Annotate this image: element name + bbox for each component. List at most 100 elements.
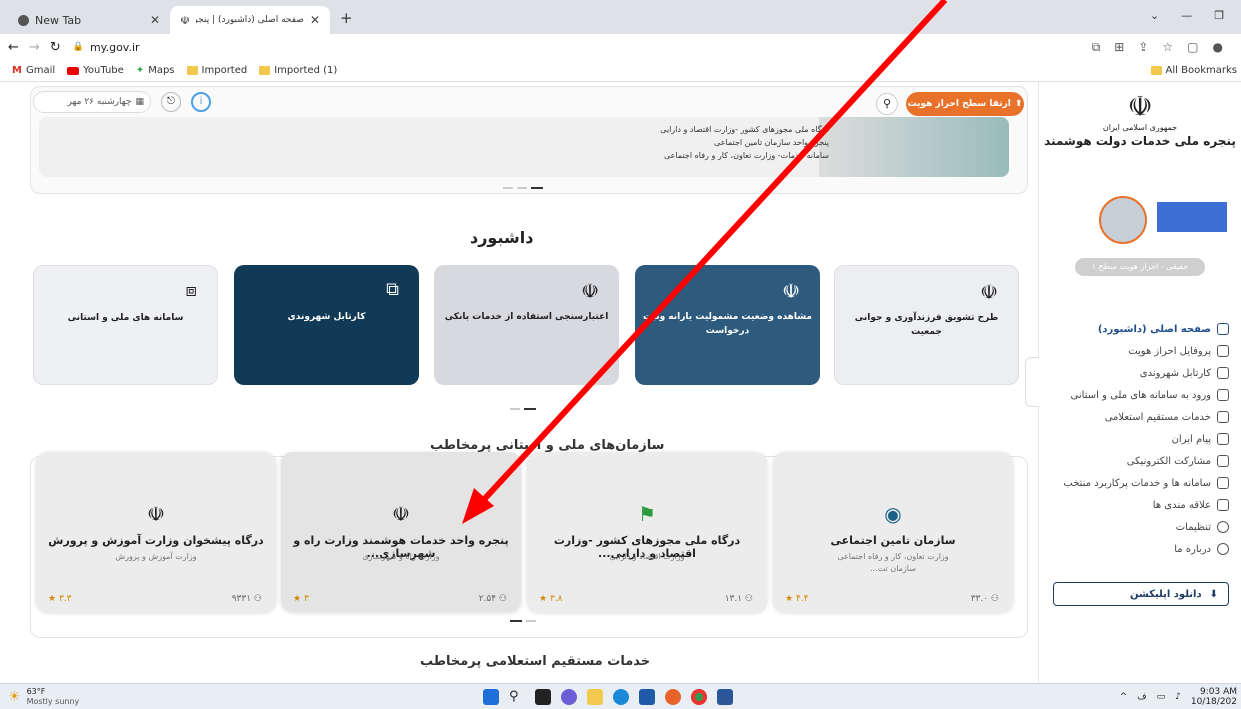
sidebar-item-inquiry[interactable]: خدمات مستقیم استعلامی [1039, 406, 1241, 428]
new-tab-plus-icon[interactable]: + [340, 9, 353, 27]
network-icon[interactable]: ▭ [1157, 692, 1166, 702]
org-card-education[interactable]: ☫ درگاه پیشخوان وزارت آموزش و پرورش وزار… [36, 452, 276, 612]
org-card-roads[interactable]: ☫ پنجره واحد خدمات هوشمند وزارت راه و شه… [281, 452, 521, 612]
clock[interactable]: 9:03 AM 10/18/202 [1191, 687, 1237, 707]
bookmark-imported[interactable]: Imported [186, 65, 247, 76]
reload-icon[interactable]: ↻ [50, 40, 61, 55]
star-icon [1217, 455, 1229, 467]
keyboard-lang-icon[interactable]: ف [1137, 692, 1146, 702]
sidebar-item-about[interactable]: درباره ما [1039, 538, 1241, 560]
layers-icon [1217, 411, 1229, 423]
sidebar-item-dashboard[interactable]: صفحه اصلی (داشبورد) [1039, 318, 1241, 340]
chrome-icon [18, 14, 29, 26]
windows-start-icon[interactable] [483, 688, 499, 705]
banner-text: درگاه ملی مجوزهای کشور -وزارت اقتصاد و د… [660, 125, 829, 160]
card-subsidy[interactable]: ☫ مشاهده وضعیت مشمولیت یارانه وثبت درخوا… [635, 265, 820, 385]
download-app-button[interactable]: ⬇ دانلود اپلیکشن [1053, 582, 1229, 606]
folder-icon [259, 66, 271, 75]
all-bookmarks[interactable]: All Bookmarks [1150, 65, 1237, 76]
message-icon [1217, 433, 1229, 445]
chevron-down-icon[interactable]: ⌄ [1150, 9, 1159, 22]
card-national-systems[interactable]: ⧈ سامانه های ملی و استانی [33, 265, 218, 385]
visits-count: ۹۳۳۱ ⚇ [231, 594, 262, 604]
orgs-pager[interactable] [510, 620, 536, 622]
card-citizen-cartable[interactable]: ⧉ کارتابل شهروندی [234, 265, 419, 385]
emblem-icon: ☫ [581, 279, 599, 303]
file-explorer-icon[interactable] [587, 688, 603, 705]
sidebar-item-participation[interactable]: مشارکت الکترونیکی [1039, 450, 1241, 472]
profile-icon[interactable]: ● [1213, 40, 1223, 55]
close-icon[interactable]: ✕ [310, 13, 320, 27]
bookmark-imported-1[interactable]: Imported (1) [259, 65, 337, 76]
auth-level-badge: حقیقی - احراز هویت سطح ۱ [1075, 258, 1205, 276]
firefox-icon[interactable] [665, 688, 681, 705]
chevron-up-icon[interactable]: ^ [1120, 692, 1128, 702]
sidebar-item-favorites[interactable]: علاقه مندی ها [1039, 494, 1241, 516]
tab-title: New Tab [35, 13, 82, 27]
word-icon[interactable] [717, 688, 733, 705]
restore-icon[interactable]: ❐ [1214, 9, 1224, 22]
sidepanel-icon[interactable]: ▢ [1187, 40, 1198, 55]
emblem-icon: ☫ [980, 280, 998, 304]
card-childbearing[interactable]: ☫ طرح تشویق فرزندآوری و جوانی جمعیت [834, 265, 1019, 385]
upload-icon: ⬆ [1014, 99, 1023, 109]
weather-widget[interactable]: ☀ 63°F Mostly sunny [8, 687, 79, 707]
sidebar-item-profile[interactable]: پروفایل احراز هویت [1039, 340, 1241, 362]
gmail-icon: M [12, 65, 22, 76]
avatar[interactable] [1099, 196, 1147, 244]
logout-icon[interactable]: ⎋ [161, 92, 181, 112]
info-icon[interactable]: i [191, 92, 211, 112]
sidebar-collapse-handle[interactable] [1025, 357, 1039, 407]
windows-taskbar: ☀ 63°F Mostly sunny ⚲ ^ ف ▭ ♪ 9:03 AM 10… [0, 683, 1241, 709]
id-icon [1217, 345, 1229, 357]
search-icon[interactable]: ⚲ [876, 93, 898, 115]
sidebar-item-payam[interactable]: پیام ایران [1039, 428, 1241, 450]
dashboard-pager[interactable] [510, 408, 536, 410]
tab-new-tab[interactable]: New Tab ✕ [8, 6, 170, 34]
bookmark-star-icon[interactable]: ☆ [1162, 40, 1173, 55]
chat-icon[interactable] [561, 688, 577, 705]
forward-icon[interactable]: → [29, 40, 40, 55]
users-icon [1217, 477, 1229, 489]
banner-card: چهارشنبه ۲۶ مهر ▦ ⎋ i ⚲ ⬆ ارتقا سطح احرا… [30, 86, 1028, 194]
share-icon[interactable]: ⇪ [1138, 40, 1148, 55]
visits-count: ۳۳.۰ ⚇ [970, 594, 999, 604]
bookmark-youtube[interactable]: YouTube [67, 65, 124, 76]
upgrade-auth-button[interactable]: ⬆ ارتقا سطح احراز هویت [906, 92, 1024, 116]
sidebar-item-systems[interactable]: ورود به سامانه های ملی و استانی [1039, 384, 1241, 406]
org-card-social-security[interactable]: ◉ سازمان تامین اجتماعی وزارت تعاون، کار … [773, 452, 1013, 612]
emblem-icon: ☫ [782, 279, 800, 303]
org-card-economy[interactable]: ⚑ درگاه ملی مجوزهای کشور -وزارت اقتصاد و… [527, 452, 767, 612]
emblem-icon: ☫ [1127, 90, 1153, 123]
bookmark-maps[interactable]: ✦ Maps [136, 65, 175, 76]
translate-icon[interactable]: ⊞ [1114, 40, 1124, 55]
store-icon[interactable] [639, 688, 655, 705]
emblem-icon: ☫ [147, 502, 165, 526]
browser-tabbar: New Tab ✕ ☫ صفحه اصلی (داشبورد) | پنجره … [0, 0, 1241, 34]
tab-my-gov[interactable]: ☫ صفحه اصلی (داشبورد) | پنجره مل... ✕ [170, 6, 330, 34]
sidebar-item-cartable[interactable]: کارتابل شهروندی [1039, 362, 1241, 384]
install-icon[interactable]: ⧉ [1092, 40, 1101, 55]
bookmark-gmail[interactable]: M Gmail [12, 65, 55, 76]
task-view-icon[interactable] [535, 688, 551, 705]
maps-icon: ✦ [135, 65, 145, 76]
flag-icon: ⚑ [638, 502, 656, 526]
sidebar-item-popular[interactable]: سامانه ها و خدمات پرکاربرد منتخب [1039, 472, 1241, 494]
calendar-icon: ▦ [135, 97, 144, 107]
grid-icon [1217, 323, 1229, 335]
search-icon[interactable]: ⚲ [509, 689, 525, 705]
chrome-icon[interactable] [691, 688, 707, 705]
card-bank-credit[interactable]: ☫ اعتبارسنجی استفاده از خدمات بانکی [434, 265, 619, 385]
edge-icon[interactable] [613, 688, 629, 705]
url-field[interactable]: my.gov.ir [90, 41, 140, 54]
visits-count: ۲.۵۴ ⚇ [478, 594, 507, 604]
minimize-icon[interactable]: — [1181, 9, 1192, 22]
taskbar-apps: ⚲ [478, 688, 738, 705]
close-icon[interactable]: ✕ [150, 13, 160, 27]
banner-slide[interactable]: درگاه ملی مجوزهای کشور -وزارت اقتصاد و د… [39, 117, 1009, 177]
volume-icon[interactable]: ♪ [1175, 692, 1181, 702]
back-icon[interactable]: ← [8, 40, 19, 55]
download-icon: ⬇ [1209, 588, 1218, 600]
banner-pager[interactable] [503, 187, 543, 189]
sidebar-item-settings[interactable]: تنظیمات [1039, 516, 1241, 538]
